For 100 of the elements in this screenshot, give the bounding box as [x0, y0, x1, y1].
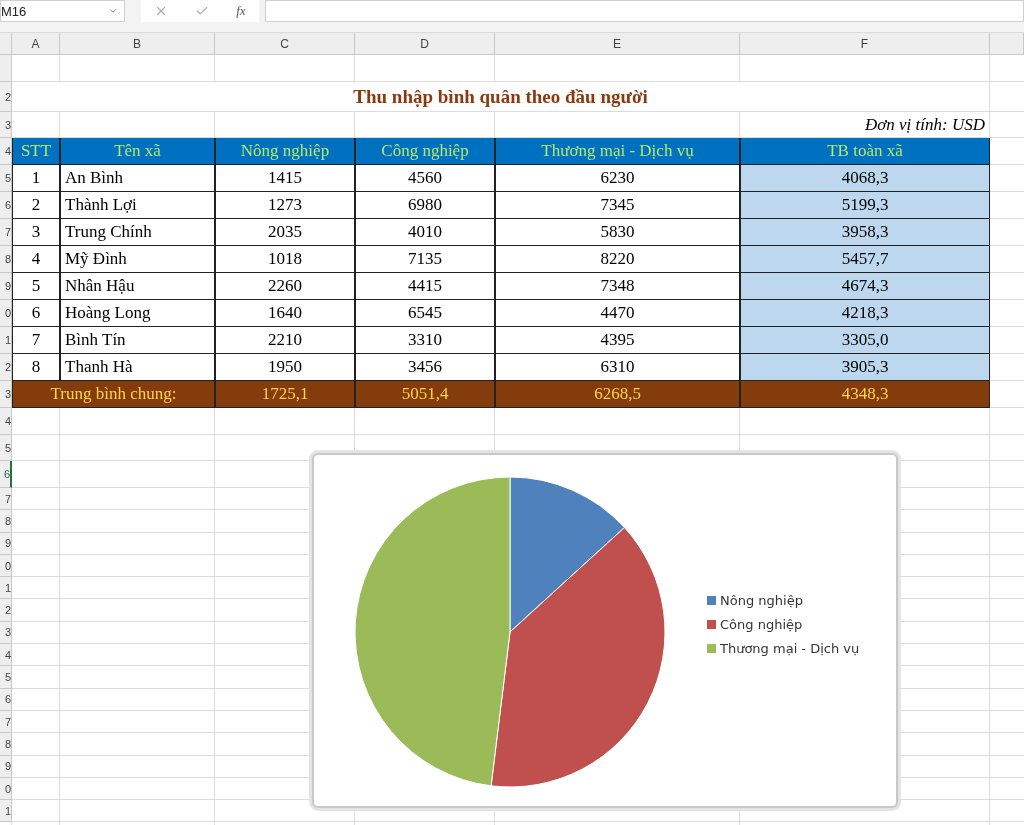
row-header[interactable]: 0	[0, 554, 12, 578]
table-cell: 6980	[355, 192, 495, 219]
row-header[interactable]: 3	[0, 621, 12, 645]
table-cell: 8	[12, 354, 60, 381]
column-header[interactable]: C	[215, 33, 355, 55]
table-cell: 8220	[495, 246, 740, 273]
table-cell: 1950	[215, 354, 355, 381]
column-header[interactable]: A	[12, 33, 60, 55]
legend-label: Nông nghiệp	[720, 593, 803, 608]
table-cell: 1640	[215, 300, 355, 327]
column-header[interactable]	[990, 33, 1024, 55]
row-header[interactable]	[0, 55, 12, 82]
row-header[interactable]: 9	[0, 532, 12, 555]
column-header[interactable]: E	[495, 33, 740, 55]
header-cell: Công nghiệp	[355, 138, 495, 165]
table-cell: 1415	[215, 165, 355, 192]
table-cell: 1018	[215, 246, 355, 273]
table-cell: Nhân Hậu	[60, 273, 215, 300]
table-cell: Thành Lợi	[60, 192, 215, 219]
total-cell: 6268,5	[495, 381, 740, 408]
table-cell: Trung Chính	[60, 219, 215, 246]
table-cell: 3305,0	[740, 327, 990, 354]
row-header[interactable]: 8	[0, 733, 12, 756]
name-box[interactable]: M16	[0, 0, 125, 22]
header-cell: Nông nghiệp	[215, 138, 355, 165]
table-cell: 4010	[355, 219, 495, 246]
table-cell: 7	[12, 327, 60, 354]
table-cell: 4470	[495, 300, 740, 327]
insert-function-button[interactable]: fx	[236, 3, 246, 19]
table-cell: Mỹ Đình	[60, 246, 215, 273]
header-cell: TB toàn xã	[740, 138, 990, 165]
row-header[interactable]: 0	[0, 777, 12, 801]
column-header[interactable]: D	[355, 33, 495, 55]
table-cell: An Bình	[60, 165, 215, 192]
column-header[interactable]: B	[60, 33, 215, 55]
total-cell: 4348,3	[740, 381, 990, 408]
table-cell: 2035	[215, 219, 355, 246]
row-header[interactable]: 4	[0, 408, 12, 435]
row-header[interactable]: 4	[0, 138, 12, 165]
table-cell: 3	[12, 219, 60, 246]
table-cell: 7345	[495, 192, 740, 219]
table-cell: 6230	[495, 165, 740, 192]
row-header[interactable]: 8	[0, 246, 12, 273]
row-header[interactable]: 2	[0, 354, 12, 381]
table-cell: 1273	[215, 192, 355, 219]
table-cell: 3905,3	[740, 354, 990, 381]
table-cell: 5457,7	[740, 246, 990, 273]
formula-input-field[interactable]	[265, 0, 1024, 22]
table-cell: 4	[12, 246, 60, 273]
select-all-corner[interactable]	[0, 33, 12, 55]
dropdown-caret-icon[interactable]	[108, 6, 118, 16]
row-header[interactable]: 7	[0, 710, 12, 734]
row-header[interactable]: 2	[0, 599, 12, 622]
row-header[interactable]: 0	[0, 300, 12, 327]
table-cell: 4415	[355, 273, 495, 300]
table-cell: Thanh Hà	[60, 354, 215, 381]
row-header[interactable]: 3	[0, 112, 12, 138]
cell-reference: M16	[1, 3, 27, 19]
row-header[interactable]: 6	[0, 461, 12, 488]
header-cell: STT	[12, 138, 60, 165]
table-cell: 6310	[495, 354, 740, 381]
row-header[interactable]: 1	[0, 327, 12, 354]
header-cell: Tên xã	[60, 138, 215, 165]
table-cell: 7135	[355, 246, 495, 273]
row-header[interactable]: 2	[0, 82, 12, 112]
row-header[interactable]: 6	[0, 192, 12, 219]
row-header[interactable]: 7	[0, 488, 12, 511]
chart-area[interactable]: Nông nghiệp Công nghiệp Thương mại - Dịch vụ	[312, 453, 898, 808]
table-cell: 4395	[495, 327, 740, 354]
row-header[interactable]: 7	[0, 219, 12, 246]
table-cell: 3456	[355, 354, 495, 381]
row-header[interactable]: 4	[0, 644, 12, 667]
row-header[interactable]: 9	[0, 273, 12, 300]
legend-label: Công nghiệp	[720, 617, 803, 632]
header-cell: Thương mại - Dịch vụ	[495, 138, 740, 165]
total-label: Trung bình chung:	[12, 381, 215, 408]
table-cell: 4218,3	[740, 300, 990, 327]
table-cell: 1	[12, 165, 60, 192]
table-cell: 5	[12, 273, 60, 300]
check-icon[interactable]	[195, 4, 210, 18]
table-cell: 6	[12, 300, 60, 327]
table-cell: 6545	[355, 300, 495, 327]
table-cell: 4560	[355, 165, 495, 192]
column-header[interactable]: F	[740, 33, 990, 55]
total-cell: 1725,1	[215, 381, 355, 408]
row-header[interactable]: 9	[0, 755, 12, 778]
row-header[interactable]: 5	[0, 165, 12, 192]
table-cell: 5199,3	[740, 192, 990, 219]
table-cell: 5830	[495, 219, 740, 246]
total-cell: 5051,4	[355, 381, 495, 408]
table-cell: 7348	[495, 273, 740, 300]
row-header[interactable]: 8	[0, 510, 12, 533]
row-header[interactable]: 5	[0, 435, 12, 461]
row-header[interactable]: 3	[0, 381, 12, 408]
row-header[interactable]: 6	[0, 688, 12, 711]
row-header[interactable]: 1	[0, 800, 12, 823]
row-header[interactable]: 1	[0, 577, 12, 600]
table-cell: 2210	[215, 327, 355, 354]
table-cell: 2260	[215, 273, 355, 300]
row-header[interactable]: 5	[0, 666, 12, 689]
